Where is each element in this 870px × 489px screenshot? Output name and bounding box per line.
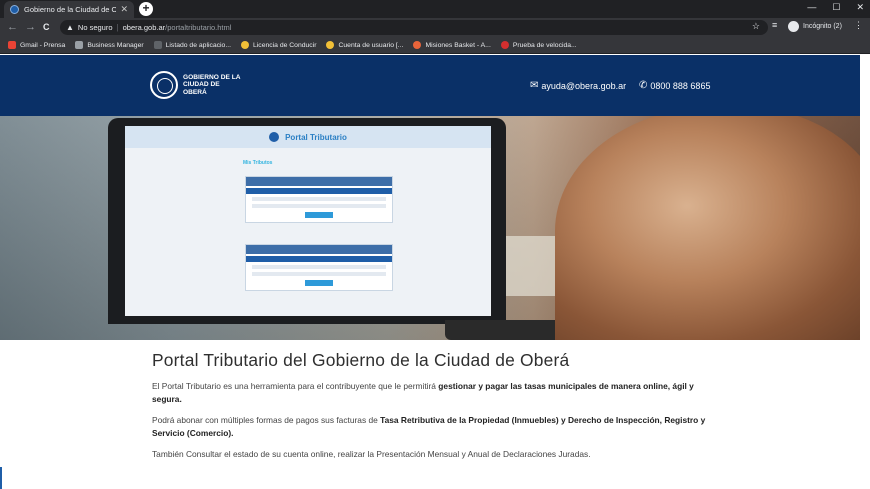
intro-paragraph: El Portal Tributario es una herramienta … — [152, 381, 694, 404]
incognito-icon — [788, 21, 799, 32]
seal-icon — [326, 41, 335, 49]
bookmark-label: Cuenta de usuario [... — [338, 41, 404, 49]
bookmark-label: Prueba de velocida... — [512, 41, 577, 49]
tab-close-icon[interactable]: ✕ — [120, 4, 128, 15]
bookmark-item[interactable]: Licencia de Conducir — [241, 41, 316, 49]
bookmark-star-icon[interactable]: ☆ — [752, 21, 760, 32]
contact-phone[interactable]: ✆ 0800 888 6865 — [639, 80, 710, 91]
contact-email[interactable]: ✉ ayuda@obera.gob.ar — [530, 80, 626, 91]
warning-triangle-icon[interactable]: ▲ — [66, 23, 74, 32]
bookmark-label: Licencia de Conducir — [253, 41, 317, 49]
url-host: obera.gob.ar — [122, 23, 166, 32]
bookmark-label: Misiones Basket - A... — [425, 41, 491, 49]
screen-title: Portal Tributario — [285, 132, 347, 142]
close-window-button[interactable]: ✕ — [856, 0, 864, 14]
bookmark-label: Gmail - Prensa — [20, 41, 66, 49]
new-tab-button[interactable]: + — [139, 2, 153, 16]
email-text: ayuda@obera.gob.ar — [541, 80, 627, 91]
bookmark-item[interactable]: Cuenta de usuario [... — [326, 41, 403, 49]
security-label[interactable]: No seguro — [78, 23, 113, 32]
site-header: GOBIERNO DE LA CIUDAD DE OBERÁ ✉ ayuda@o… — [0, 55, 860, 116]
reload-icon[interactable]: C — [43, 20, 50, 34]
site-favicon-icon — [10, 5, 19, 14]
city-seal-icon — [150, 71, 178, 99]
bookmark-item[interactable]: Listado de aplicacio... — [153, 41, 231, 49]
browser-toolbar: ← → C ▲ No seguro | obera.gob.ar /portal… — [0, 18, 870, 37]
briefcase-icon — [75, 41, 84, 49]
screen-section-title: Mis Tributos — [243, 160, 273, 166]
person-hair-image — [555, 116, 860, 340]
screen-header: Portal Tributario — [125, 126, 491, 148]
back-arrow-icon[interactable]: ← — [7, 20, 18, 34]
gmail-icon — [8, 41, 16, 49]
phone-text: 0800 888 6865 — [650, 80, 711, 91]
forward-arrow-icon[interactable]: → — [25, 20, 36, 34]
envelope-icon: ✉ — [530, 80, 539, 91]
web-page: GOBIERNO DE LA CIUDAD DE OBERÁ ✉ ayuda@o… — [0, 55, 870, 489]
screen-card — [245, 244, 393, 291]
screen-seal-icon — [269, 132, 280, 142]
phone-icon: ✆ — [639, 80, 648, 91]
side-indicator — [0, 467, 2, 489]
tab-title: Gobierno de la Ciudad de Oberá — [24, 5, 117, 14]
seal-icon — [241, 41, 249, 49]
incognito-profile[interactable]: Incógnito (2) — [788, 21, 842, 32]
screen-card — [245, 176, 393, 223]
laptop-screen: Portal Tributario Mis Tributos — [125, 126, 491, 316]
bookmark-item[interactable]: Business Manager — [75, 41, 144, 49]
site-logo[interactable]: GOBIERNO DE LA CIUDAD DE OBERÁ — [150, 71, 241, 99]
payments-paragraph: Podrá abonar con múltiples formas de pag… — [152, 415, 706, 438]
browser-tab[interactable]: Gobierno de la Ciudad de Oberá ✕ — [4, 1, 134, 18]
services-paragraph: También Consultar el estado de su cuenta… — [152, 449, 591, 459]
address-bar[interactable]: ▲ No seguro | obera.gob.ar /portaltribut… — [60, 20, 768, 35]
profile-label: Incógnito (2) — [803, 23, 842, 30]
speed-icon — [500, 41, 509, 49]
minimize-button[interactable]: — — [807, 0, 816, 14]
ball-icon — [413, 41, 422, 49]
bookmark-item[interactable]: Prueba de velocida... — [500, 41, 577, 49]
bookmark-item[interactable]: Gmail - Prensa — [8, 41, 65, 49]
reading-list-icon[interactable]: ≡ — [772, 20, 777, 30]
menu-dots-icon[interactable]: ⋮ — [854, 20, 863, 31]
window-controls: — ☐ ✕ — [807, 0, 864, 14]
maximize-button[interactable]: ☐ — [832, 0, 840, 14]
browser-tab-strip: Gobierno de la Ciudad de Oberá ✕ + — ☐ ✕ — [0, 0, 870, 18]
bookmark-label: Business Manager — [87, 41, 144, 49]
main-content: Portal Tributario del Gobierno de la Ciu… — [152, 350, 712, 469]
bird-icon — [153, 41, 162, 49]
bookmark-item[interactable]: Misiones Basket - A... — [413, 41, 491, 49]
logo-text: GOBIERNO DE LA CIUDAD DE OBERÁ — [183, 73, 241, 96]
url-path: /portaltributario.html — [165, 23, 232, 32]
hero-image: Portal Tributario Mis Tributos — [0, 116, 860, 340]
address-separator: | — [116, 23, 119, 32]
page-title: Portal Tributario del Gobierno de la Ciu… — [152, 350, 570, 370]
bookmarks-bar: Gmail - Prensa Business Manager Listado … — [0, 37, 870, 54]
bookmark-label: Listado de aplicacio... — [165, 41, 231, 49]
